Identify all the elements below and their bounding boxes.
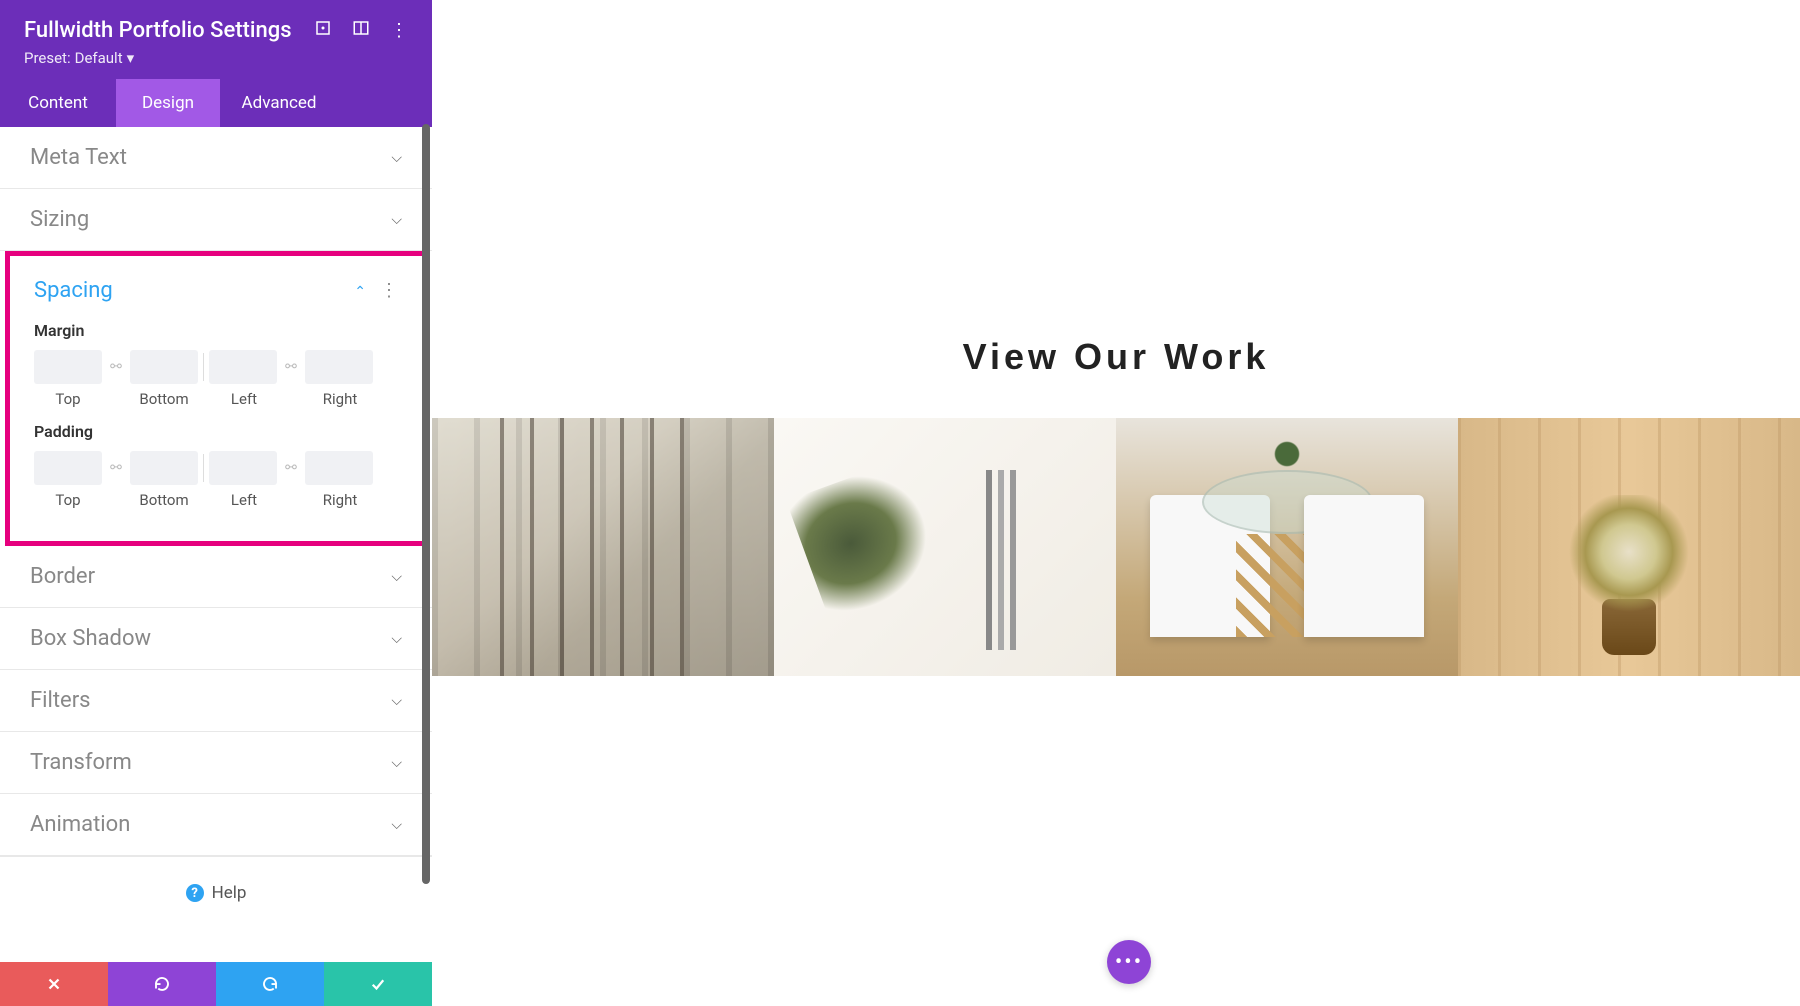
padding-group: Padding ⚯ ⚯ Top Bottom Left bbox=[10, 422, 422, 509]
label-top: Top bbox=[34, 491, 102, 509]
save-button[interactable] bbox=[324, 962, 432, 1006]
portfolio-row bbox=[432, 418, 1800, 676]
section-animation[interactable]: Animation ⌵ bbox=[0, 794, 432, 856]
portfolio-item[interactable] bbox=[1116, 418, 1458, 676]
link-icon[interactable]: ⚯ bbox=[102, 451, 130, 485]
sidebar-title: Fullwidth Portfolio Settings bbox=[24, 18, 314, 43]
section-border[interactable]: Border ⌵ bbox=[0, 546, 432, 608]
margin-label: Margin bbox=[34, 321, 398, 340]
label-right: Right bbox=[306, 390, 374, 408]
footer-buttons bbox=[0, 962, 432, 1006]
link-icon[interactable]: ⚯ bbox=[102, 350, 130, 384]
section-title: Meta Text bbox=[30, 145, 127, 170]
expand-icon[interactable] bbox=[314, 19, 332, 42]
label-left: Left bbox=[210, 491, 278, 509]
margin-left-input[interactable] bbox=[209, 350, 277, 384]
label-right: Right bbox=[306, 491, 374, 509]
section-box-shadow[interactable]: Box Shadow ⌵ bbox=[0, 608, 432, 670]
link-icon[interactable]: ⚯ bbox=[277, 451, 305, 485]
close-button[interactable] bbox=[0, 962, 108, 1006]
chevron-down-icon: ⌵ bbox=[391, 817, 402, 833]
responsive-icon[interactable] bbox=[352, 19, 370, 42]
section-title: Box Shadow bbox=[30, 626, 151, 651]
label-bottom: Bottom bbox=[130, 491, 198, 509]
padding-top-input[interactable] bbox=[34, 451, 102, 485]
padding-bottom-input[interactable] bbox=[130, 451, 198, 485]
undo-button[interactable] bbox=[108, 962, 216, 1006]
margin-right-input[interactable] bbox=[305, 350, 373, 384]
sidebar-resize-handle[interactable] bbox=[422, 124, 430, 884]
divider bbox=[203, 454, 204, 482]
section-spacing-expanded: Spacing ⌃ ⋮ Margin ⚯ ⚯ Top bbox=[5, 251, 427, 546]
portfolio-heading: View Our Work bbox=[432, 336, 1800, 378]
portfolio-item[interactable] bbox=[432, 418, 774, 676]
chevron-down-icon: ⌵ bbox=[391, 569, 402, 585]
help-icon: ? bbox=[186, 884, 204, 902]
help-label: Help bbox=[212, 883, 247, 903]
section-meta-text[interactable]: Meta Text ⌵ bbox=[0, 127, 432, 189]
chevron-down-icon: ⌵ bbox=[391, 212, 402, 228]
tab-design[interactable]: Design bbox=[116, 79, 220, 127]
help-link[interactable]: ? Help bbox=[0, 856, 432, 929]
section-title: Spacing bbox=[34, 278, 113, 303]
padding-label: Padding bbox=[34, 422, 398, 441]
more-icon[interactable]: ⋮ bbox=[390, 20, 408, 41]
sections-list: Meta Text ⌵ Sizing ⌵ Spacing ⌃ ⋮ Margin … bbox=[0, 127, 432, 962]
sidebar-header: Fullwidth Portfolio Settings ⋮ Preset: D… bbox=[0, 0, 432, 79]
section-title: Transform bbox=[30, 750, 132, 775]
tab-content[interactable]: Content bbox=[0, 79, 116, 127]
margin-group: Margin ⚯ ⚯ Top Bottom Left bbox=[10, 321, 422, 408]
chevron-down-icon: ⌵ bbox=[391, 631, 402, 647]
link-icon[interactable]: ⚯ bbox=[277, 350, 305, 384]
preset-label: Preset: bbox=[24, 49, 71, 67]
divider bbox=[203, 353, 204, 381]
section-spacing-header[interactable]: Spacing ⌃ ⋮ bbox=[10, 256, 422, 321]
chevron-down-icon: ⌵ bbox=[391, 693, 402, 709]
section-title: Sizing bbox=[30, 207, 89, 232]
label-top: Top bbox=[34, 390, 102, 408]
preset-selector[interactable]: Preset: Default ▾ bbox=[24, 49, 408, 67]
margin-bottom-input[interactable] bbox=[130, 350, 198, 384]
section-filters[interactable]: Filters ⌵ bbox=[0, 670, 432, 732]
redo-button[interactable] bbox=[216, 962, 324, 1006]
settings-sidebar: Fullwidth Portfolio Settings ⋮ Preset: D… bbox=[0, 0, 432, 1006]
more-icon[interactable]: ⋮ bbox=[380, 280, 398, 301]
padding-left-input[interactable] bbox=[209, 451, 277, 485]
preset-value: Default bbox=[75, 49, 123, 67]
preview-canvas: View Our Work bbox=[432, 0, 1800, 1006]
section-transform[interactable]: Transform ⌵ bbox=[0, 732, 432, 794]
section-title: Filters bbox=[30, 688, 91, 713]
margin-top-input[interactable] bbox=[34, 350, 102, 384]
settings-tabs: Content Design Advanced bbox=[0, 79, 432, 127]
section-title: Animation bbox=[30, 812, 130, 837]
section-title: Border bbox=[30, 564, 95, 589]
label-bottom: Bottom bbox=[130, 390, 198, 408]
chevron-down-icon: ▾ bbox=[127, 49, 135, 67]
floating-action-button[interactable]: ••• bbox=[1107, 940, 1151, 984]
section-sizing[interactable]: Sizing ⌵ bbox=[0, 189, 432, 251]
portfolio-item[interactable] bbox=[1458, 418, 1800, 676]
chevron-down-icon: ⌵ bbox=[391, 150, 402, 166]
label-left: Left bbox=[210, 390, 278, 408]
portfolio-item[interactable] bbox=[774, 418, 1116, 676]
chevron-up-icon: ⌃ bbox=[354, 284, 366, 300]
padding-right-input[interactable] bbox=[305, 451, 373, 485]
chevron-down-icon: ⌵ bbox=[391, 755, 402, 771]
tab-advanced[interactable]: Advanced bbox=[220, 79, 338, 127]
